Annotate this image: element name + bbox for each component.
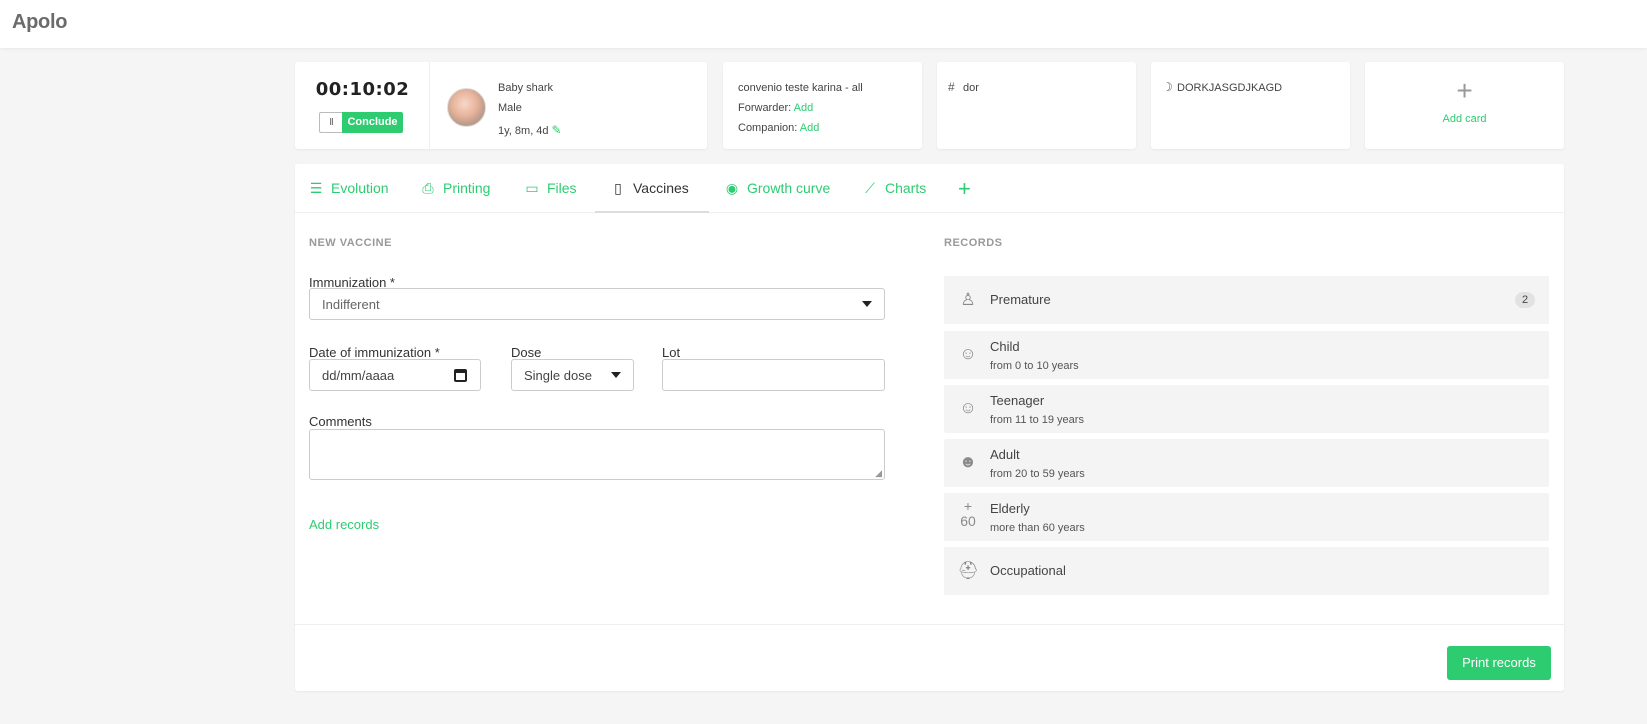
dose-value: Single dose [524, 368, 592, 383]
tab-printing-label: Printing [443, 180, 491, 196]
tab-charts[interactable]: ⟋ Charts [861, 164, 926, 213]
plus-icon: + [1456, 75, 1473, 106]
patient-age: 1y, 8m, 4d ✎ [498, 123, 562, 137]
record-subtitle: from 11 to 19 years [990, 414, 1084, 426]
session-timer: 00:10:02 [315, 79, 410, 100]
folder-icon: ▭ [525, 180, 539, 196]
adult-face-icon: ☻ [959, 452, 977, 471]
hard-hat-icon: ⛑ [957, 561, 979, 580]
record-premature[interactable]: ♙ Premature 2 [944, 276, 1549, 324]
patient-sex: Male [498, 102, 522, 114]
record-adult[interactable]: ☻ Adult from 20 to 59 years [944, 439, 1549, 487]
immunization-value: Indifferent [322, 297, 380, 312]
vaccines-panel: ☰ Evolution ⎙ Printing ▭ Files ▯ Vaccines ◉ G… [295, 164, 1564, 691]
code-card[interactable]: ☽ DORKJASGDJKAGD [1151, 62, 1350, 149]
tab-vaccines[interactable]: ▯ Vaccines [595, 164, 709, 213]
patient-name: Baby shark [498, 82, 554, 94]
record-count-badge: 2 [1515, 292, 1535, 308]
add-card-button[interactable]: + Add card [1365, 62, 1564, 149]
lot-label: Lot [662, 345, 681, 360]
conclude-button[interactable]: Conclude [342, 112, 403, 133]
hashtag-icon: # [948, 80, 955, 94]
record-elderly[interactable]: +60 Elderly more than 60 years [944, 493, 1549, 541]
baby-icon: ♙ [960, 290, 976, 309]
calendar-icon[interactable] [454, 369, 467, 382]
record-teenager[interactable]: ☺ Teenager from 11 to 19 years [944, 385, 1549, 433]
tab-growth-curve[interactable]: ◉ Growth curve [723, 164, 830, 213]
insurance-card: convenio teste karina - all Forwarder: A… [723, 62, 922, 149]
pause-button[interactable]: II [319, 112, 342, 133]
tab-files[interactable]: ▭ Files [523, 164, 577, 213]
tab-printing[interactable]: ⎙ Printing [419, 164, 490, 213]
dose-select[interactable]: Single dose [511, 359, 634, 391]
list-icon: ☰ [309, 180, 323, 196]
record-title: Adult [990, 447, 1020, 462]
add-records-link[interactable]: Add records [309, 517, 379, 532]
vaccine-icon: ▯ [614, 180, 622, 196]
top-bar: Apolo [0, 0, 1647, 48]
chevron-down-icon [611, 372, 621, 378]
add-tab-button[interactable]: + [958, 164, 971, 213]
immunization-select[interactable]: Indifferent [309, 288, 885, 320]
app-logo[interactable]: Apolo [12, 11, 67, 34]
patient-card: 00:10:02 II Conclude Baby shark Male 1y,… [295, 62, 707, 149]
plus-60-icon: +60 [960, 498, 976, 529]
moon-icon: ☽ [1162, 80, 1173, 94]
teen-face-icon: ☺ [959, 398, 977, 417]
tab-bar: ☰ Evolution ⎙ Printing ▭ Files ▯ Vaccines ◉ G… [295, 164, 1564, 213]
forwarder-label: Forwarder: [738, 102, 792, 114]
date-input[interactable]: dd/mm/aaaa [309, 359, 481, 391]
eye-icon: ◉ [725, 180, 739, 196]
add-card-label: Add card [1442, 113, 1487, 125]
new-vaccine-heading: NEW VACCINE [309, 237, 392, 249]
chevron-down-icon [862, 301, 872, 307]
dose-label: Dose [511, 345, 542, 360]
companion-label: Companion: [738, 122, 798, 134]
forwarder-row: Forwarder: Add [738, 102, 813, 114]
add-forwarder-link[interactable]: Add [794, 102, 814, 114]
companion-row: Companion: Add [738, 122, 819, 134]
record-subtitle: more than 60 years [990, 522, 1085, 534]
tab-files-label: Files [547, 180, 577, 196]
patient-age-value: 1y, 8m, 4d [498, 125, 549, 137]
line-chart-icon: ⟋ [865, 180, 875, 196]
pencil-icon[interactable]: ✎ [552, 123, 562, 137]
tab-vaccines-label: Vaccines [633, 180, 689, 196]
record-subtitle: from 20 to 59 years [990, 468, 1085, 480]
records-heading: RECORDS [944, 237, 1003, 249]
add-companion-link[interactable]: Add [800, 122, 820, 134]
tab-charts-label: Charts [885, 180, 927, 196]
print-records-button[interactable]: Print records [1447, 646, 1551, 680]
comments-label: Comments [309, 414, 372, 429]
timer-box: 00:10:02 II Conclude [295, 62, 430, 149]
record-title: Occupational [990, 563, 1066, 578]
patient-avatar [447, 88, 486, 127]
record-subtitle: from 0 to 10 years [990, 360, 1079, 372]
record-child[interactable]: ☺ Child from 0 to 10 years [944, 331, 1549, 379]
child-face-icon: ☺ [959, 344, 977, 363]
insurance-plan: convenio teste karina - all [738, 82, 863, 94]
record-title: Elderly [990, 501, 1030, 516]
tag-text: dor [963, 82, 979, 94]
tab-evolution[interactable]: ☰ Evolution [307, 164, 389, 213]
resize-handle-icon[interactable]: ◢ [875, 468, 882, 479]
panel-footer-divider [295, 624, 1564, 625]
comments-textarea[interactable]: ◢ [309, 429, 885, 480]
date-label: Date of immunization * [309, 345, 440, 360]
record-title: Child [990, 339, 1020, 354]
lot-input[interactable] [662, 359, 885, 391]
record-title: Premature [990, 292, 1051, 307]
date-placeholder: dd/mm/aaaa [322, 368, 395, 383]
record-title: Teenager [990, 393, 1045, 408]
record-occupational[interactable]: ⛑ Occupational [944, 547, 1549, 595]
tab-evolution-label: Evolution [331, 180, 389, 196]
printer-icon: ⎙ [422, 180, 434, 196]
tag-card[interactable]: # dor [937, 62, 1136, 149]
tab-growth-curve-label: Growth curve [747, 180, 831, 196]
code-text: DORKJASGDJKAGD [1177, 82, 1283, 94]
